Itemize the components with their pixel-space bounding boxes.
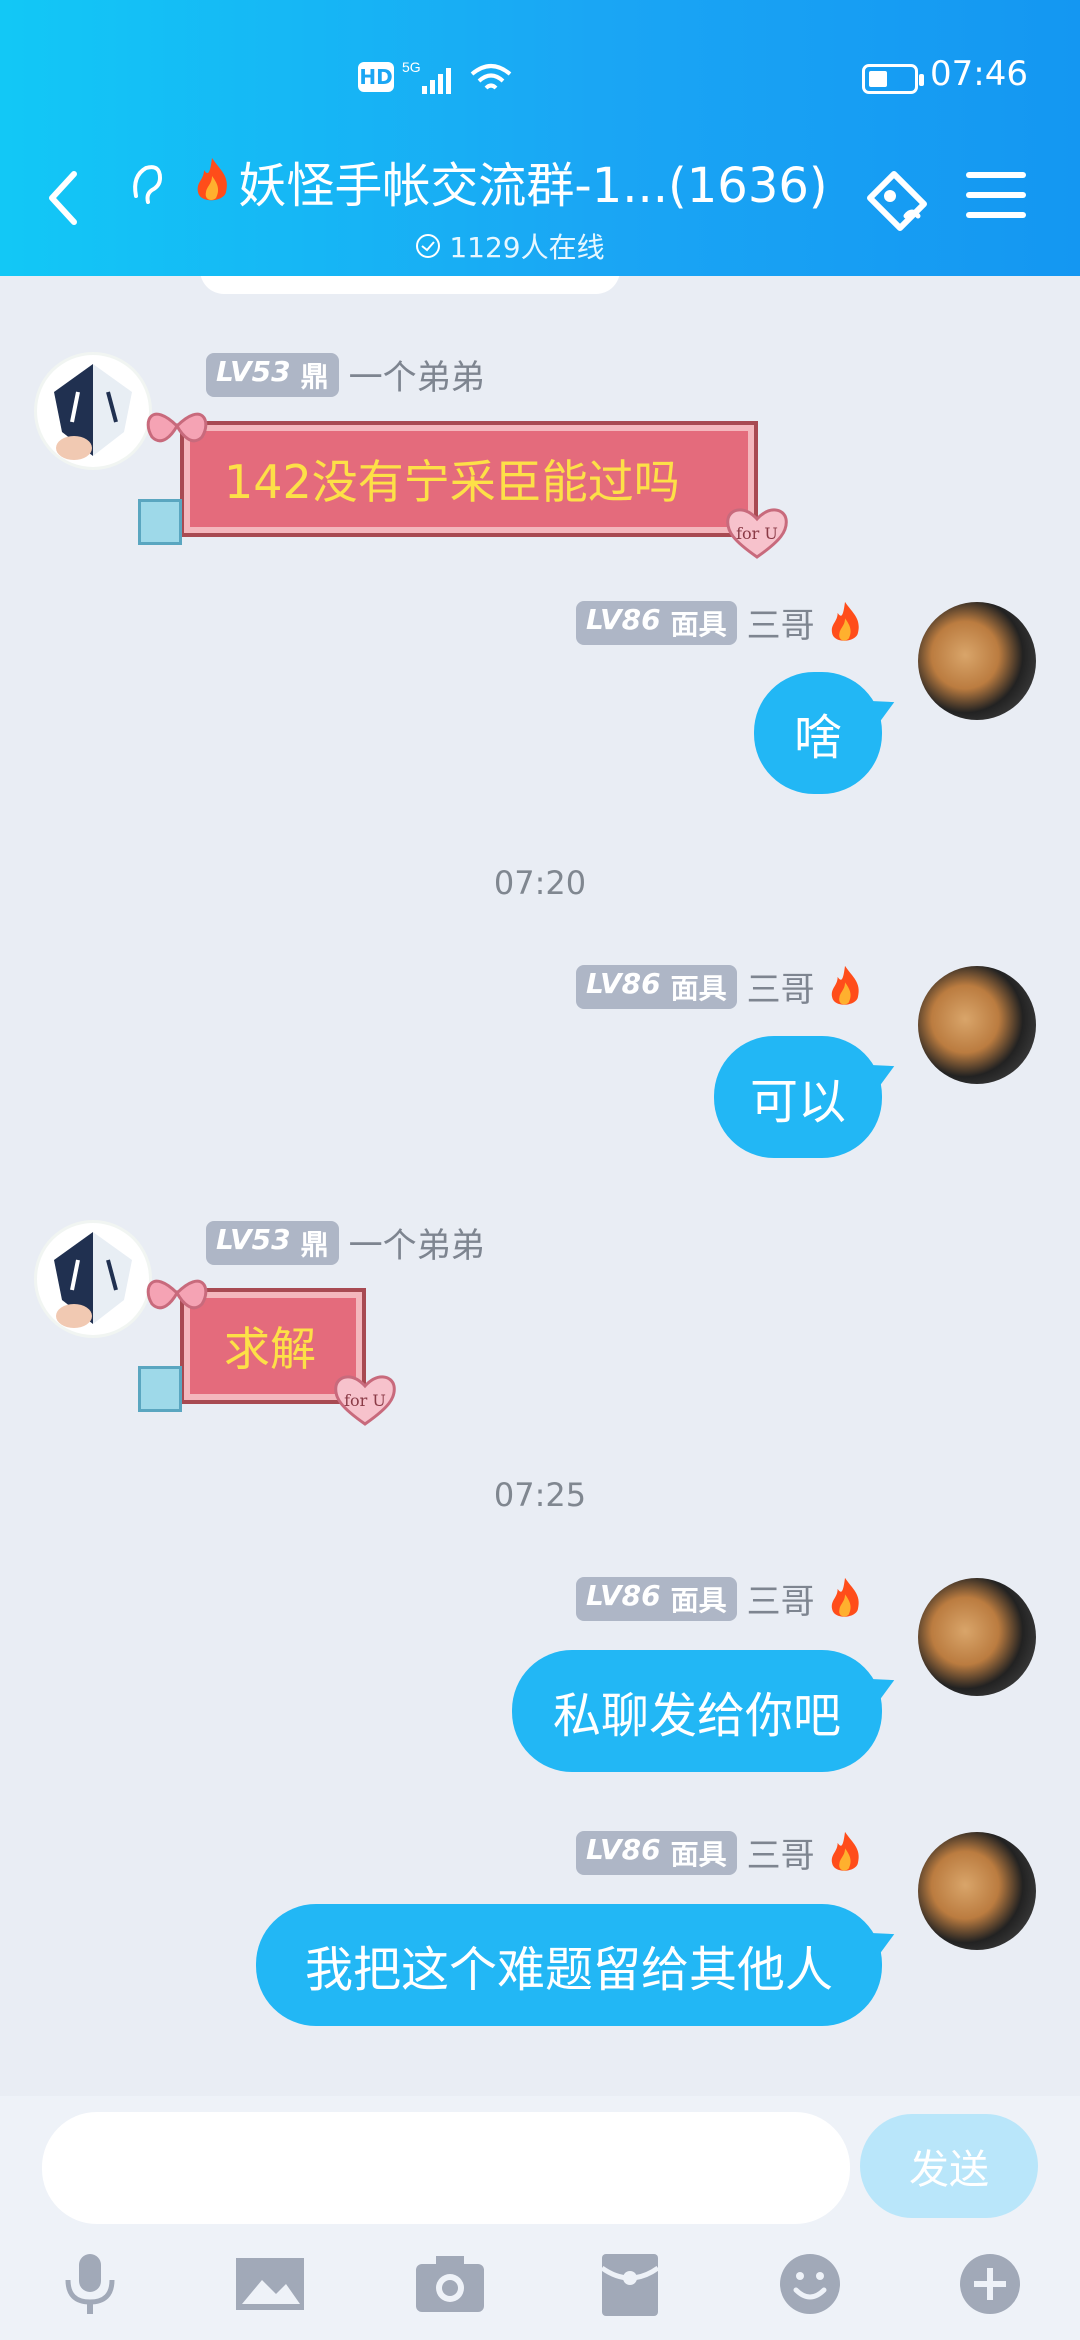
fire-icon	[831, 965, 859, 1005]
gift-message-text: 求解	[224, 1322, 316, 1376]
gift-message[interactable]: 142没有宁采臣能过吗 for U	[138, 412, 788, 559]
battery-icon	[862, 64, 924, 94]
message-list[interactable]: LV53 鼎 一个弟弟 142没有宁采臣能过吗 for U LV86 面具 三哥…	[0, 276, 1080, 2096]
timestamp: 07:20	[493, 864, 587, 902]
gift-message-text: 142没有宁采臣能过吗	[224, 455, 680, 509]
message-bubble[interactable]: 我把这个难题留给其他人	[256, 1904, 882, 2026]
bow-icon	[146, 412, 208, 443]
message-text: 我把这个难题留给其他人	[304, 1942, 833, 1998]
sender-meta: LV53 鼎 一个弟弟	[206, 350, 485, 399]
heart-tag: for U	[736, 524, 778, 543]
sender-meta: LV53 鼎 一个弟弟	[206, 1218, 485, 1267]
back-icon[interactable]	[40, 168, 90, 228]
check-circle-icon	[416, 234, 441, 258]
sender-name: 三哥	[746, 1836, 815, 1876]
level-badge: LV53 鼎	[206, 352, 339, 397]
online-count-text: 1129人在线	[449, 231, 605, 264]
sender-name: 一个弟弟	[348, 1226, 485, 1266]
heart-icon: for U	[726, 508, 788, 559]
message-bubble[interactable]: 啥	[754, 672, 882, 794]
level-badge: LV86 面具	[576, 600, 737, 645]
level-badge: LV86 面具	[576, 1830, 737, 1875]
network-label: 5G	[402, 59, 421, 75]
bow-icon	[146, 1279, 208, 1310]
message-bubble[interactable]: 私聊发给你吧	[512, 1650, 882, 1772]
fire-icon	[831, 1577, 859, 1617]
avatar-right[interactable]	[918, 1832, 1036, 1950]
wifi-icon	[470, 64, 512, 90]
sender-name: 三哥	[746, 606, 815, 646]
level-badge: LV53 鼎	[206, 1220, 339, 1265]
online-count: 1129人在线	[180, 226, 840, 266]
sender-meta: LV86 面具 三哥	[576, 1828, 865, 1877]
sender-meta: LV86 面具 三哥	[576, 598, 865, 647]
sender-name: 一个弟弟	[348, 358, 485, 398]
fire-icon	[198, 158, 228, 201]
heart-tag: for U	[344, 1391, 386, 1410]
menu-icon[interactable]	[966, 172, 1026, 228]
level-badge: LV86 面具	[576, 1576, 737, 1621]
group-tag-icon[interactable]	[860, 164, 934, 238]
message-text: 可以	[749, 1074, 846, 1130]
microphone-icon[interactable]	[50, 2248, 130, 2320]
sender-name: 三哥	[746, 970, 815, 1010]
red-packet-icon[interactable]	[590, 2248, 670, 2320]
send-button[interactable]: 发送	[860, 2114, 1038, 2218]
status-bar: HD 5G 07:46	[0, 40, 1080, 120]
avatar-left[interactable]	[34, 352, 152, 470]
timestamp: 07:25	[493, 1476, 587, 1514]
previous-message-bubble	[200, 276, 620, 294]
chat-title: 妖怪手帐交流群-1...(1636)	[192, 146, 828, 216]
message-bubble[interactable]: 可以	[714, 1036, 882, 1158]
status-time: 07:46	[930, 54, 1028, 94]
emoji-icon[interactable]	[770, 2248, 850, 2320]
signal-icon: 5G	[402, 59, 451, 94]
message-text: 啥	[793, 710, 842, 766]
gift-message[interactable]: 求解 for U	[138, 1279, 396, 1426]
avatar-left[interactable]	[34, 1220, 152, 1338]
chat-header: HD 5G 07:46 妖怪手帐交流群-1...(1636) 1129人在线	[0, 0, 1080, 276]
chat-title-area[interactable]: 妖怪手帐交流群-1...(1636) 1129人在线	[180, 146, 840, 266]
composer-toolbar	[0, 2236, 1080, 2340]
composer-bar: 发送	[0, 2096, 1080, 2236]
image-icon[interactable]	[230, 2248, 310, 2320]
fire-icon	[831, 1831, 859, 1871]
level-badge: LV86 面具	[576, 964, 737, 1009]
camera-icon[interactable]	[410, 2248, 490, 2320]
gift-box-icon	[138, 1366, 182, 1412]
hd-badge: HD	[358, 62, 394, 92]
sender-meta: LV86 面具 三哥	[576, 962, 865, 1011]
fire-icon	[831, 601, 859, 641]
avatar-right[interactable]	[918, 1578, 1036, 1696]
heart-icon: for U	[334, 1375, 396, 1426]
wings-of-freedom-icon	[37, 355, 149, 467]
wings-of-freedom-icon	[37, 1223, 149, 1335]
sender-name: 三哥	[746, 1582, 815, 1622]
ear-icon[interactable]	[118, 156, 174, 212]
sender-meta: LV86 面具 三哥	[576, 1574, 865, 1623]
avatar-right[interactable]	[918, 966, 1036, 1084]
message-text: 私聊发给你吧	[552, 1688, 841, 1744]
avatar-right[interactable]	[918, 602, 1036, 720]
gift-box-icon	[138, 499, 182, 545]
message-input[interactable]	[42, 2112, 850, 2224]
chat-title-text: 妖怪手帐交流群-1...(1636)	[238, 158, 828, 214]
plus-icon[interactable]	[950, 2248, 1030, 2320]
